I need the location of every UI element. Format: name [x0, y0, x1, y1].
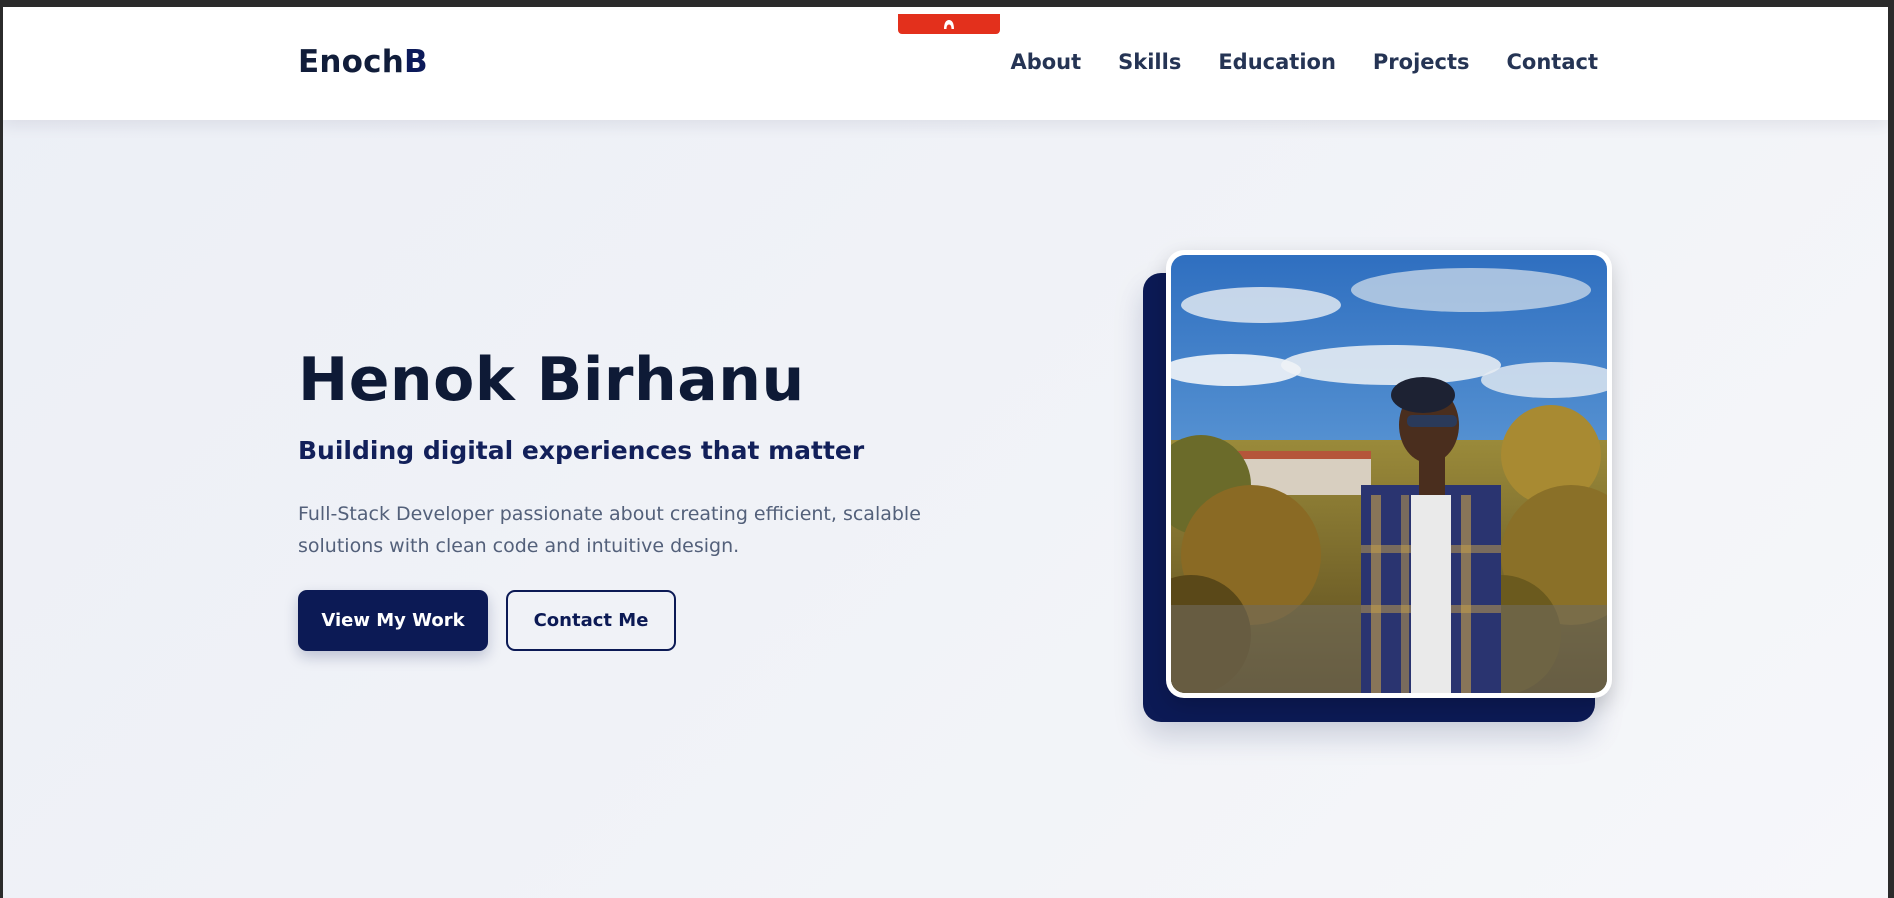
contact-me-button[interactable]: Contact Me [506, 590, 676, 651]
hero-title: Henok Birhanu [298, 345, 805, 415]
extension-tab[interactable] [898, 14, 1000, 34]
profile-photo-image [1171, 255, 1607, 693]
nav-link-skills[interactable]: Skills [1118, 50, 1181, 74]
nav-link-projects[interactable]: Projects [1373, 50, 1470, 74]
site-logo[interactable]: EnochB [298, 44, 428, 80]
hero-description-line-2: solutions with clean code and intuitive … [298, 535, 740, 557]
main-nav: About Skills Education Projects Contact [1010, 50, 1598, 74]
profile-photo [1166, 250, 1612, 698]
hero-description: Full-Stack Developer passionate about cr… [298, 498, 948, 562]
logo-accent-text: B [404, 44, 428, 80]
hero-description-line-1: Full-Stack Developer passionate about cr… [298, 503, 921, 525]
logo-main-text: Enoch [298, 44, 404, 80]
brave-shield-icon [944, 20, 954, 29]
nav-link-education[interactable]: Education [1218, 50, 1336, 74]
browser-viewport: EnochB About Skills Education Projects C… [3, 7, 1888, 898]
view-my-work-button[interactable]: View My Work [298, 590, 488, 651]
hero-subtitle: Building digital experiences that matter [298, 436, 865, 465]
nav-link-contact[interactable]: Contact [1507, 50, 1599, 74]
nav-link-about[interactable]: About [1010, 50, 1081, 74]
